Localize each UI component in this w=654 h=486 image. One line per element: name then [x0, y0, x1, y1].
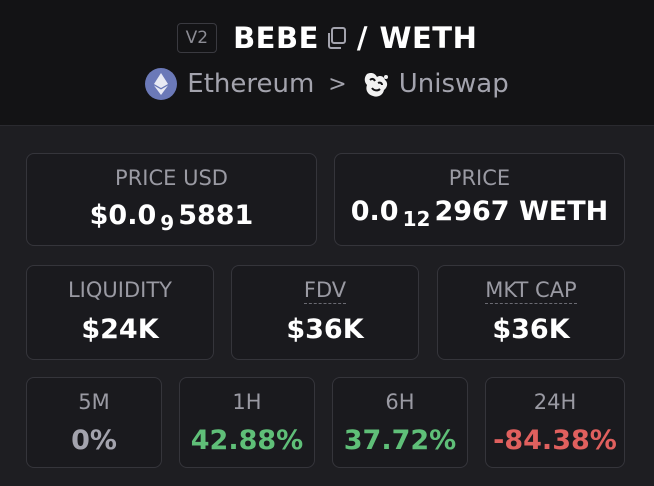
change-1h-label: 1H	[232, 390, 262, 414]
pair-separator: /	[356, 21, 368, 55]
base-token-symbol[interactable]: BEBE	[233, 21, 319, 55]
fdv-label[interactable]: FDV	[303, 278, 347, 304]
price-native-label: PRICE	[448, 166, 511, 190]
dex-link[interactable]: Uniswap	[399, 69, 509, 99]
change-6h-label: 6H	[385, 390, 415, 414]
version-badge: V2	[176, 23, 218, 53]
change-24h-value: -84.38%	[493, 425, 617, 456]
change-24h-tab[interactable]: 24H -84.38%	[485, 377, 625, 468]
price-usd-label: PRICE USD	[115, 166, 228, 190]
change-5m-label: 5M	[78, 390, 110, 414]
quote-token-symbol[interactable]: WETH	[380, 21, 478, 55]
ethereum-icon	[145, 68, 178, 100]
uniswap-icon	[361, 68, 391, 100]
fdv-label-wrapper: FDV	[232, 278, 418, 304]
liquidity-value: $24K	[81, 314, 159, 345]
change-1h-value: 42.88%	[190, 425, 304, 456]
market-cap-value: $36K	[492, 314, 570, 345]
price-native-zero-count: 12	[402, 207, 431, 231]
market-cap-card: MKT CAP $36K	[437, 265, 625, 360]
pair-header: V2 BEBE / WETH Ethereum > Uniswap	[0, 0, 654, 126]
change-24h-label: 24H	[533, 390, 577, 414]
market-cap-label-wrapper: MKT CAP	[438, 278, 624, 304]
price-native-prefix: 0.0	[350, 196, 399, 227]
chain-breadcrumb: Ethereum > Uniswap	[0, 66, 654, 102]
chain-link[interactable]: Ethereum	[187, 69, 314, 99]
pair-title-row: V2 BEBE / WETH	[0, 18, 654, 58]
liquidity-card: LIQUIDITY $24K	[26, 265, 214, 360]
change-1h-tab[interactable]: 1H 42.88%	[179, 377, 315, 468]
change-5m-tab[interactable]: 5M 0%	[26, 377, 162, 468]
price-usd-zero-count: 9	[160, 211, 175, 235]
price-usd-digits: 5881	[178, 200, 254, 231]
change-6h-tab[interactable]: 6H 37.72%	[332, 377, 468, 468]
price-native-digits: 2967	[434, 196, 510, 227]
fdv-card: FDV $36K	[231, 265, 419, 360]
fdv-value: $36K	[286, 314, 364, 345]
price-native-card: PRICE 0.0 12 2967 WETH	[334, 153, 625, 246]
price-native-unit: WETH	[519, 196, 609, 227]
change-5m-value: 0%	[71, 425, 117, 456]
price-usd-value: $0.0 9 5881	[27, 200, 316, 235]
price-usd-card: PRICE USD $0.0 9 5881	[26, 153, 317, 246]
price-usd-prefix: $0.0	[89, 200, 157, 231]
chevron-right-icon: >	[328, 71, 347, 97]
price-native-value: 0.0 12 2967 WETH	[335, 196, 624, 231]
liquidity-label: LIQUIDITY	[67, 278, 172, 302]
change-6h-value: 37.72%	[343, 425, 457, 456]
copy-icon[interactable]	[325, 26, 347, 50]
market-cap-label[interactable]: MKT CAP	[485, 278, 577, 304]
